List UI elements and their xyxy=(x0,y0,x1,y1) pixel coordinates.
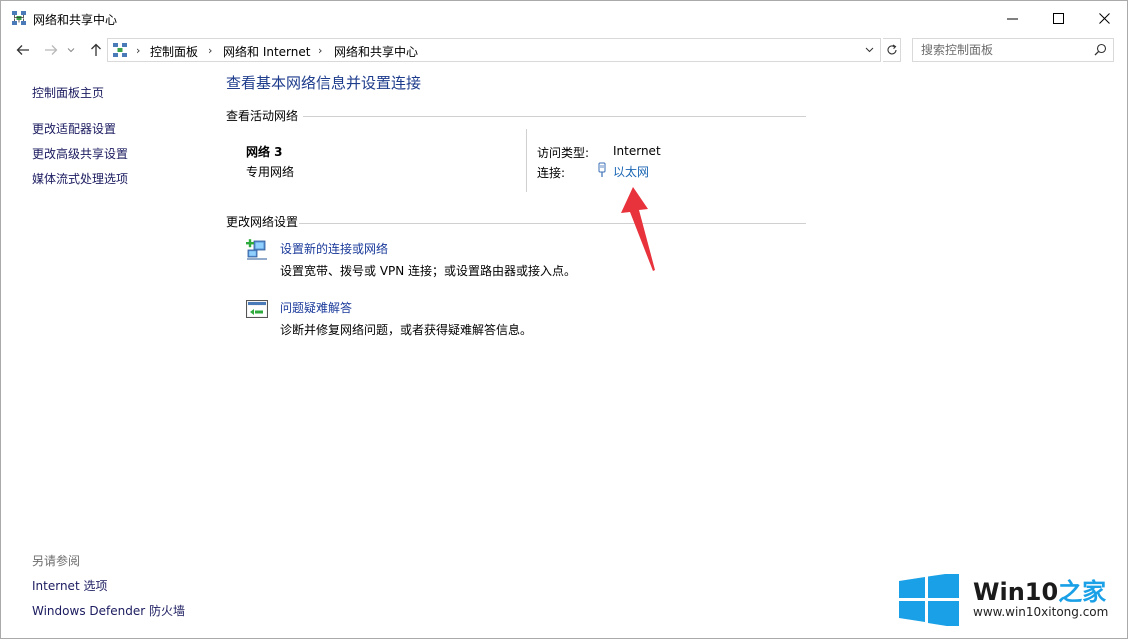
red-annotation-arrow xyxy=(621,187,655,271)
watermark-title-accent: 之家 xyxy=(1058,578,1107,606)
network-name: 网络 3 xyxy=(246,145,283,159)
recent-locations-button[interactable] xyxy=(65,41,77,59)
navigation-bar: › 控制面板 › 网络和 Internet › 网络和共享中心 xyxy=(1,37,1127,63)
breadcrumb-separator[interactable]: › xyxy=(136,44,140,57)
control-panel-home-link[interactable]: 控制面板主页 xyxy=(32,84,104,101)
see-also-header: 另请参阅 xyxy=(32,554,81,568)
internet-options-link[interactable]: Internet 选项 xyxy=(32,577,107,594)
vertical-divider xyxy=(526,129,527,192)
troubleshoot-problems-description: 诊断并修复网络问题，或者获得疑难解答信息。 xyxy=(280,323,533,337)
change-settings-header: 更改网络设置 xyxy=(226,215,299,229)
control-panel-icon xyxy=(113,43,127,57)
forward-button[interactable] xyxy=(41,41,61,59)
forward-arrow-icon xyxy=(45,45,58,55)
media-streaming-options-link[interactable]: 媒体流式处理选项 xyxy=(32,170,128,187)
network-sharing-center-window: 网络和共享中心 › 控制面板 › 网络和 Internet › 网络和共享中心 … xyxy=(0,0,1128,639)
back-button[interactable] xyxy=(13,41,33,59)
setup-new-connection-description: 设置宽带、拨号或 VPN 连接；或设置路由器或接入点。 xyxy=(280,264,577,278)
close-icon xyxy=(1098,12,1110,24)
watermark-url: www.win10xitong.com xyxy=(973,605,1109,619)
title-bar: 网络和共享中心 xyxy=(1,1,1127,35)
section-divider xyxy=(299,223,806,224)
network-type: 专用网络 xyxy=(246,165,295,179)
watermark-title: Win10之家 xyxy=(973,572,1106,607)
breadcrumb-separator[interactable]: › xyxy=(318,44,322,57)
maximize-button[interactable] xyxy=(1035,1,1081,35)
windows-logo xyxy=(899,574,959,626)
access-type-label: 访问类型: xyxy=(537,146,590,160)
breadcrumb-control-panel[interactable]: 控制面板 xyxy=(150,43,198,60)
search-icon[interactable] xyxy=(1094,43,1107,56)
section-divider xyxy=(303,116,806,117)
search-input[interactable] xyxy=(921,42,1091,58)
breadcrumb-network-sharing-center[interactable]: 网络和共享中心 xyxy=(334,43,418,60)
active-networks-header: 查看活动网络 xyxy=(226,109,299,123)
new-connection-icon xyxy=(246,239,267,260)
page-title: 查看基本网络信息并设置连接 xyxy=(226,74,422,92)
breadcrumb-network-internet[interactable]: 网络和 Internet xyxy=(223,43,310,60)
windows-defender-firewall-link[interactable]: Windows Defender 防火墙 xyxy=(32,602,185,619)
access-type-value: Internet xyxy=(613,144,661,158)
breadcrumb-separator[interactable]: › xyxy=(208,44,212,57)
maximize-icon xyxy=(1052,12,1064,24)
close-button[interactable] xyxy=(1081,1,1127,35)
window-title: 网络和共享中心 xyxy=(33,13,118,27)
network-center-icon xyxy=(12,11,26,25)
connections-label: 连接: xyxy=(537,166,566,180)
search-box[interactable] xyxy=(912,38,1114,62)
minimize-icon xyxy=(1006,18,1018,19)
change-adapter-settings-link[interactable]: 更改适配器设置 xyxy=(32,120,116,137)
setup-new-connection-link[interactable]: 设置新的连接或网络 xyxy=(280,240,388,257)
change-advanced-sharing-link[interactable]: 更改高级共享设置 xyxy=(32,145,128,162)
back-arrow-icon xyxy=(16,45,29,55)
minimize-button[interactable] xyxy=(989,1,1035,35)
ethernet-connection-link[interactable]: 以太网 xyxy=(613,163,649,180)
troubleshoot-icon xyxy=(246,300,268,318)
address-bar[interactable]: › 控制面板 › 网络和 Internet › 网络和共享中心 xyxy=(107,38,881,62)
watermark-title-main: Win10 xyxy=(973,578,1059,606)
chevron-down-icon xyxy=(865,47,873,53)
refresh-button[interactable] xyxy=(883,38,901,62)
chevron-down-icon xyxy=(67,48,75,53)
address-dropdown-button[interactable] xyxy=(862,43,876,57)
troubleshoot-problems-link[interactable]: 问题疑难解答 xyxy=(280,299,352,316)
ethernet-icon xyxy=(598,162,606,177)
up-arrow-icon xyxy=(91,43,101,56)
up-button[interactable] xyxy=(86,41,106,59)
refresh-icon xyxy=(887,44,897,55)
